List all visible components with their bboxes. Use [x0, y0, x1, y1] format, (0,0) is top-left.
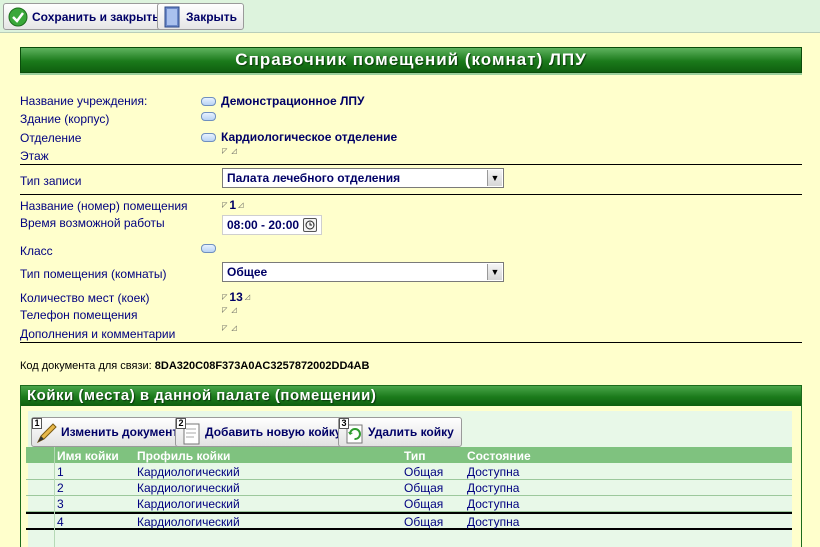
work-time-label: Время возможной работы [20, 216, 165, 230]
class-label: Класс [20, 244, 53, 258]
door-icon [164, 6, 180, 27]
column-header-name[interactable]: Имя койки [57, 449, 119, 463]
doc-code-label: Код документа для связи: [20, 360, 152, 372]
save-and-close-label: Сохранить и закрыть [32, 9, 160, 24]
department-field[interactable]: Кардиологическое отделение [201, 130, 397, 144]
beds-count-field[interactable]: ◸ 13 ◿ [222, 290, 250, 304]
room-name-label: Название (номер) помещения [20, 199, 188, 213]
save-and-close-button[interactable]: Сохранить и закрыть [3, 3, 167, 30]
table-row[interactable]: 3 Кардиологический Общая Доступна [26, 496, 792, 512]
refresh-icon: 3 [339, 418, 365, 446]
divider [20, 342, 802, 343]
table-header: Имя койки Профиль койки Тип Состояние [26, 447, 792, 463]
work-time-value: 08:00 - 20:00 [227, 218, 300, 232]
beds-count-value: 13 [229, 290, 243, 304]
beds-count-label: Количество мест (коек) [20, 291, 150, 305]
delete-bed-label: Удалить койку [368, 425, 454, 439]
doc-code-value: 8DA320C08F373A0AC3257872002DD4AB [154, 360, 370, 372]
column-header-status[interactable]: Состояние [467, 449, 531, 463]
department-label: Отделение [20, 131, 82, 145]
room-type-value: Общее [227, 265, 268, 279]
room-name-field[interactable]: ◸ 1 ◿ [222, 198, 243, 212]
table-row-selected[interactable]: 4 Кардиологический Общая Доступна [26, 512, 792, 530]
class-field[interactable] [201, 244, 221, 253]
lookup-icon[interactable] [201, 96, 216, 106]
clock-icon[interactable] [303, 218, 318, 232]
table-row[interactable]: 2 Кардиологический Общая Доступна [26, 480, 792, 496]
phone-field[interactable]: ◸ ◿ [222, 307, 237, 314]
institution-value: Демонстрационное ЛПУ [221, 94, 365, 108]
close-button[interactable]: Закрыть [157, 3, 245, 30]
floor-label: Этаж [20, 149, 49, 163]
comments-field[interactable]: ◸ ◿ [222, 325, 237, 332]
lookup-icon[interactable] [201, 132, 216, 142]
new-document-icon: 2 [176, 418, 202, 446]
add-bed-button[interactable]: 2 Добавить новую койку [175, 417, 350, 447]
add-bed-label: Добавить новую койку [205, 425, 342, 439]
lookup-icon[interactable] [201, 244, 216, 253]
toolbar: Сохранить и закрыть Закрыть [0, 0, 820, 33]
column-header-profile[interactable]: Профиль койки [137, 449, 230, 463]
department-value: Кардиологическое отделение [221, 130, 398, 144]
room-type-label: Тип помещения (комнаты) [20, 267, 167, 281]
divider [20, 164, 802, 165]
lookup-icon[interactable] [201, 112, 216, 121]
room-name-value: 1 [229, 198, 237, 212]
checkmark-icon [8, 7, 28, 26]
edit-document-label: Изменить документ [61, 425, 179, 439]
page-title: Справочник помещений (комнат) ЛПУ [20, 47, 802, 73]
divider [20, 194, 802, 195]
record-type-label: Тип записи [20, 174, 82, 188]
column-divider [54, 447, 55, 547]
edit-document-button[interactable]: 1 Изменить документ [31, 417, 187, 447]
doc-code: Код документа для связи: 8DA320C08F373A0… [20, 360, 369, 372]
pencil-icon: 1 [32, 418, 58, 446]
comments-label: Дополнения и комментарии [20, 327, 176, 341]
column-header-type[interactable]: Тип [404, 449, 426, 463]
phone-label: Телефон помещения [20, 308, 138, 322]
room-type-select[interactable]: Общее ▼ [222, 262, 504, 282]
institution-label: Название учреждения: [20, 94, 148, 108]
delete-bed-button[interactable]: 3 Удалить койку [338, 417, 462, 447]
dropdown-arrow-icon[interactable]: ▼ [487, 264, 502, 280]
institution-field[interactable]: Демонстрационное ЛПУ [201, 94, 365, 108]
dropdown-arrow-icon[interactable]: ▼ [487, 170, 502, 186]
work-time-field[interactable]: 08:00 - 20:00 [222, 215, 323, 235]
record-type-value: Палата лечебного отделения [227, 171, 401, 185]
beds-panel-title: Койки (места) в данной палате (помещении… [21, 386, 801, 406]
building-field[interactable] [201, 112, 221, 121]
table-row[interactable]: 1 Кардиологический Общая Доступна [26, 464, 792, 480]
title-underline [20, 73, 802, 75]
floor-field[interactable]: ◸ ◿ [222, 148, 237, 155]
close-label: Закрыть [186, 9, 238, 24]
building-label: Здание (корпус) [20, 112, 110, 126]
record-type-select[interactable]: Палата лечебного отделения ▼ [222, 168, 504, 188]
